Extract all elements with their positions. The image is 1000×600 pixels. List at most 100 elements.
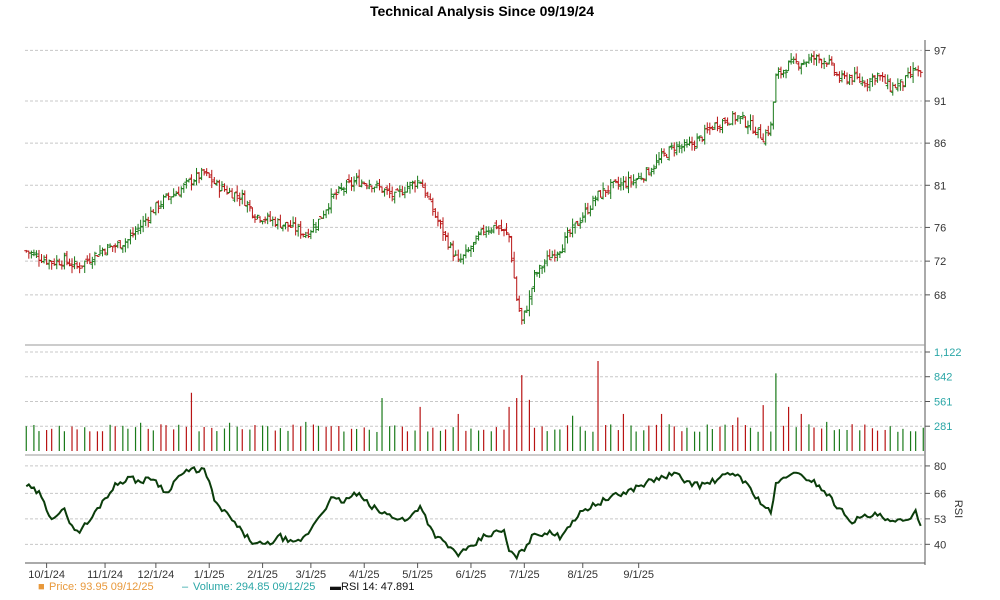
ohlc-bar [794,53,799,64]
rsi-axis-label: RSI [952,500,964,518]
ohlc-bar [204,168,209,177]
x-tick-label: 7/1/25 [509,569,540,581]
ohlc-bar [377,179,382,191]
ohlc-bar [514,276,519,301]
ohlc-bar [410,180,415,190]
ohlc-bar [191,178,196,186]
ohlc-bar [36,249,41,267]
ohlc-bar [524,305,529,313]
ohlc-bar [352,176,357,192]
ohlc-bar [158,200,163,209]
technical-analysis-chart: Technical Analysis Since 09/19/24 68 72 76… [24,3,964,593]
ohlc-bar [679,144,684,154]
ohlc-bar [113,243,118,253]
ohlc-bar [311,219,316,233]
ohlc-bar [49,260,54,270]
ohlc-bar [242,190,247,206]
ohlc-bar [512,251,517,279]
ohlc-bar [812,50,817,66]
x-tick-label: 9/1/25 [623,569,654,581]
ohlc-bar [631,174,636,186]
ohlc-bar [349,176,354,191]
ohlc-bar [504,223,509,236]
ohlc-bar [745,120,750,135]
ohlc-bar [507,233,512,243]
ohlc-bar [250,207,255,219]
ohlc-bar [296,223,301,237]
ohlc-bar [153,202,158,216]
price-tick-label: 91 [934,96,946,108]
ohlc-bar [865,78,870,92]
ohlc-bar [758,124,763,139]
ohlc-bar [491,224,496,234]
ohlc-bar [75,261,80,269]
ohlc-bar [247,200,252,212]
ohlc-bar [298,221,303,239]
ohlc-bar [712,122,717,130]
legend: ■ Price: 93.95 09/12/25 – Volume: 294.85 09… [38,581,414,593]
ohlc-bar [430,197,435,216]
ohlc-bar [392,191,397,204]
ohlc-bar [100,247,105,257]
ohlc-bar [468,245,473,257]
volume-tick-label: 561 [934,397,952,409]
ohlc-bar [481,224,486,236]
ohlc-bar [593,195,598,207]
ohlc-bar [557,250,562,259]
ohlc-bar [179,186,184,198]
ohlc-bar [313,222,318,234]
ohlc-bar [87,253,92,265]
ohlc-bar [57,258,62,266]
ohlc-bar [270,216,275,227]
ohlc-bar [883,74,888,84]
ohlc-bar [136,223,141,235]
ohlc-bar [435,211,440,227]
ohlc-bar [225,185,230,195]
ohlc-bar [740,111,745,120]
ohlc-bar [748,114,753,131]
ohlc-bar [367,179,372,190]
ohlc-bar [611,180,616,189]
ohlc-bar [174,190,179,197]
ohlc-bar [441,217,446,241]
ohlc-bar [626,171,631,194]
ohlc-bar [540,265,545,274]
ohlc-bar [730,111,735,126]
ohlc-bar [738,116,743,124]
ohlc-bar [108,243,113,248]
ohlc-bar [687,136,692,146]
ohlc-bar [245,200,250,213]
x-tick-label: 3/1/25 [296,569,327,581]
ohlc-bar [667,146,672,161]
rsi-tick-label: 66 [934,488,946,500]
x-tick-label: 1/1/25 [194,569,225,581]
legend-marker: ▬ [330,581,341,593]
ohlc-bar [194,167,199,186]
volume-panel [25,361,924,451]
ohlc-bar [227,187,232,194]
ohlc-bar [733,111,738,125]
ohlc-bar [433,208,438,218]
ohlc-bar [186,178,191,183]
ohlc-bar [517,295,522,312]
ohlc-bar [771,101,776,130]
ohlc-bar [537,264,542,278]
ohlc-bar [616,176,621,190]
volume-tick-label: 842 [934,372,952,384]
ohlc-bar [568,228,573,238]
ohlc-bar [260,220,265,225]
ohlc-bar [291,216,296,228]
x-tick-label: 10/1/24 [28,569,65,581]
ohlc-bar [372,186,377,193]
ohlc-bar [59,260,64,270]
ohlc-bar [181,182,186,193]
ohlc-bar [212,176,217,185]
ohlc-bar [26,250,31,259]
price-tick-label: 72 [934,256,946,268]
ohlc-bar [329,188,334,214]
ohlc-bar [707,122,712,135]
ohlc-bar [306,228,311,239]
ohlc-bar [773,73,778,103]
ohlc-bar [82,260,87,274]
price-tick-label: 81 [934,180,946,192]
